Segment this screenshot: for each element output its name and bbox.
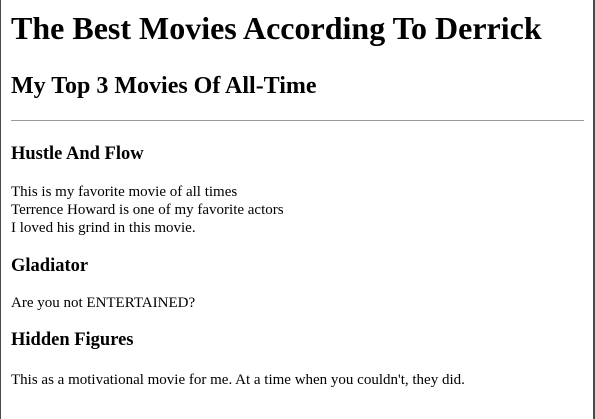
movie-title: Hidden Figures (11, 330, 134, 350)
page-content: The Best Movies According To Derrick My … (11, 0, 584, 389)
movie-title: Gladiator (11, 256, 89, 276)
movie-title: Hustle And Flow (11, 144, 144, 164)
page-subtitle: My Top 3 Movies Of All-Time (11, 73, 317, 99)
description-line: Are you not ENTERTAINED? (11, 295, 196, 311)
window-border-left (0, 0, 1, 419)
movie-description: This is my favorite movie of all times T… (11, 183, 584, 237)
movie-section-gladiator: Gladiator Are you not ENTERTAINED? (11, 255, 584, 312)
description-line: This is my favorite movie of all times (11, 184, 238, 200)
horizontal-rule (11, 120, 584, 121)
movie-description: Are you not ENTERTAINED? (11, 294, 584, 312)
description-line: Terrence Howard is one of my favorite ac… (11, 202, 284, 218)
description-line: I loved his grind in this movie. (11, 220, 196, 236)
movie-section-hidden-figures: Hidden Figures This as a motivational mo… (11, 329, 584, 389)
description-line: This as a motivational movie for me. At … (11, 372, 465, 388)
movie-description: This as a motivational movie for me. At … (11, 371, 584, 389)
movie-section-hustle-and-flow: Hustle And Flow This is my favorite movi… (11, 143, 584, 237)
page-title: The Best Movies According To Derrick (11, 10, 542, 46)
